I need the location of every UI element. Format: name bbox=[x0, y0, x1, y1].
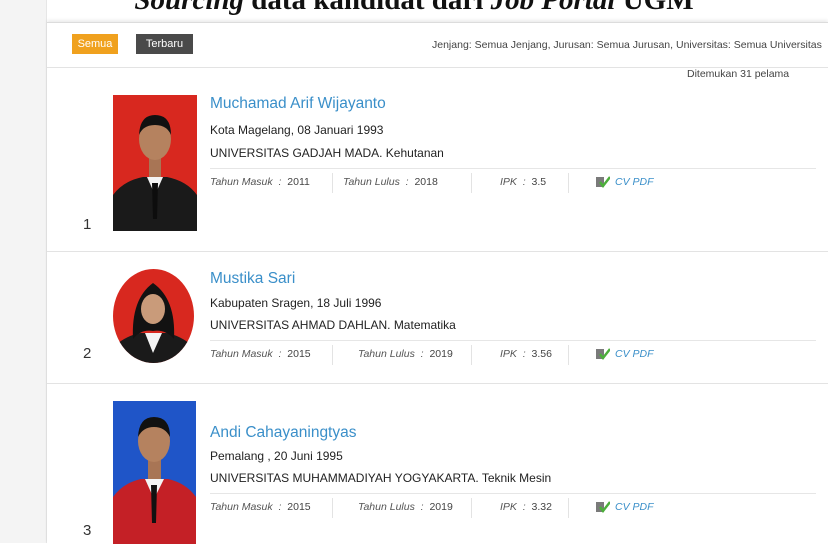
candidate-row: 1 Muchamad Arif Wijayanto Kota Magelang,… bbox=[47, 68, 828, 252]
candidate-panel: Semua Terbaru Jenjang: Semua Jenjang, Ju… bbox=[47, 22, 828, 544]
caption-part-middle: data kandidat dari bbox=[244, 0, 491, 16]
candidate-meta: Tahun Masuk : 2011 Tahun Lulus : 2018 IP… bbox=[210, 173, 816, 194]
cv-pdf-link[interactable]: CV PDF bbox=[596, 176, 654, 188]
tahun-lulus-value: 2018 bbox=[414, 176, 438, 188]
meta-separator bbox=[471, 345, 472, 365]
filter-semua-button[interactable]: Semua bbox=[72, 34, 118, 54]
ipk-value: 3.32 bbox=[531, 501, 552, 513]
tahun-masuk-field: Tahun Masuk : 2011 bbox=[210, 176, 310, 188]
candidate-meta: Tahun Masuk : 2015 Tahun Lulus : 2019 IP… bbox=[210, 345, 816, 366]
left-margin-strip bbox=[0, 0, 47, 543]
candidate-row: 3 Andi Cahayaningtyas Pemalang , 20 Juni… bbox=[47, 384, 828, 544]
meta-separator bbox=[471, 173, 472, 193]
meta-separator bbox=[471, 498, 472, 518]
tahun-lulus-field: Tahun Lulus : 2019 bbox=[358, 348, 453, 360]
cv-pdf-icon bbox=[596, 501, 610, 513]
candidate-education: UNIVERSITAS MUHAMMADIYAH YOGYAKARTA. Tek… bbox=[210, 471, 552, 485]
filter-bar: Semua Terbaru Jenjang: Semua Jenjang, Ju… bbox=[47, 23, 828, 68]
candidate-photo bbox=[113, 95, 197, 231]
meta-separator bbox=[568, 345, 569, 365]
candidate-education: UNIVERSITAS GADJAH MADA. Kehutanan bbox=[210, 146, 444, 160]
meta-separator bbox=[332, 173, 333, 193]
ipk-field: IPK : 3.32 bbox=[500, 501, 552, 513]
cv-pdf-icon bbox=[596, 348, 610, 360]
filter-summary-text: Jenjang: Semua Jenjang, Jurusan: Semua J… bbox=[432, 39, 822, 51]
ipk-value: 3.5 bbox=[531, 176, 547, 188]
candidate-row: 2 Mustika Sari Kabupaten Sragen, 18 Juli… bbox=[47, 252, 828, 384]
candidate-photo bbox=[113, 401, 196, 544]
candidate-birth: Kota Magelang, 08 Januari 1993 bbox=[210, 123, 384, 137]
meta-separator bbox=[568, 173, 569, 193]
caption-part-jobportal: Job Portal bbox=[490, 0, 616, 16]
tahun-masuk-value: 2011 bbox=[287, 176, 310, 188]
meta-separator bbox=[332, 345, 333, 365]
figure-caption: Sourcing data kandidat dari Job Portal U… bbox=[0, 0, 828, 17]
cv-pdf-link[interactable]: CV PDF bbox=[596, 348, 654, 360]
meta-divider bbox=[210, 493, 816, 494]
row-number: 3 bbox=[83, 522, 92, 539]
cv-pdf-link[interactable]: CV PDF bbox=[596, 501, 654, 513]
caption-part-ugm: UGM bbox=[615, 0, 694, 16]
tahun-masuk-field: Tahun Masuk : 2015 bbox=[210, 348, 311, 360]
tahun-lulus-field: Tahun Lulus : 2019 bbox=[358, 501, 453, 513]
meta-separator bbox=[332, 498, 333, 518]
candidate-meta: Tahun Masuk : 2015 Tahun Lulus : 2019 IP… bbox=[210, 498, 816, 519]
tahun-lulus-field: Tahun Lulus : 2018 bbox=[343, 176, 438, 188]
row-number: 1 bbox=[83, 216, 92, 233]
meta-divider bbox=[210, 340, 816, 341]
candidate-name-link[interactable]: Muchamad Arif Wijayanto bbox=[210, 95, 386, 113]
tahun-masuk-field: Tahun Masuk : 2015 bbox=[210, 501, 311, 513]
candidate-birth: Kabupaten Sragen, 18 Juli 1996 bbox=[210, 296, 382, 310]
tahun-lulus-value: 2019 bbox=[429, 348, 453, 360]
ipk-field: IPK : 3.56 bbox=[500, 348, 552, 360]
caption-part-sourcing: Sourcing bbox=[134, 0, 245, 16]
candidate-photo bbox=[113, 269, 194, 363]
meta-separator bbox=[568, 498, 569, 518]
row-number: 2 bbox=[83, 345, 92, 362]
meta-divider bbox=[210, 168, 816, 169]
candidate-name-link[interactable]: Mustika Sari bbox=[210, 270, 295, 288]
filter-terbaru-button[interactable]: Terbaru bbox=[136, 34, 193, 54]
ipk-field: IPK : 3.5 bbox=[500, 176, 547, 188]
cv-pdf-icon bbox=[596, 176, 610, 188]
tahun-masuk-value: 2015 bbox=[287, 501, 311, 513]
tahun-lulus-value: 2019 bbox=[429, 501, 453, 513]
candidate-birth: Pemalang , 20 Juni 1995 bbox=[210, 449, 343, 463]
ipk-value: 3.56 bbox=[531, 348, 552, 360]
candidate-education: UNIVERSITAS AHMAD DAHLAN. Matematika bbox=[210, 318, 456, 332]
candidate-name-link[interactable]: Andi Cahayaningtyas bbox=[210, 424, 357, 442]
tahun-masuk-value: 2015 bbox=[287, 348, 311, 360]
